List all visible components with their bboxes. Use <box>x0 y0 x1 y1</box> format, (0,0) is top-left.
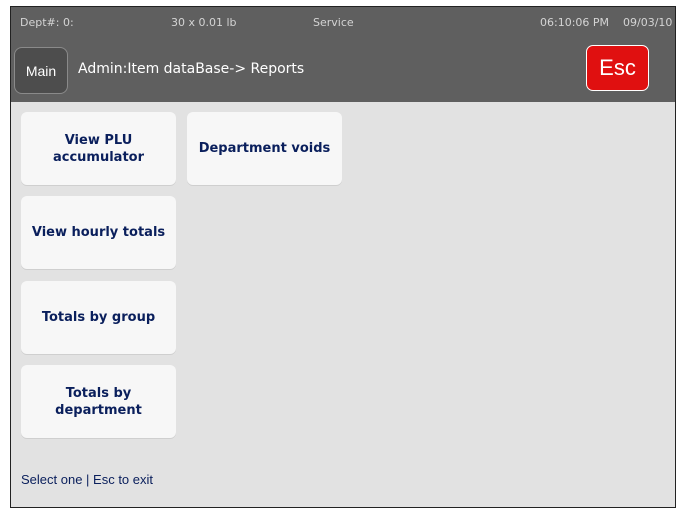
view-plu-accumulator-button[interactable]: View PLU accumulator <box>21 112 176 185</box>
weight-status: 30 x 0.01 lb <box>171 16 237 29</box>
clock-time: 06:10:06 PM <box>540 16 610 29</box>
clock-date: 09/03/10 <box>623 16 673 29</box>
totals-by-department-button[interactable]: Totals by department <box>21 365 176 438</box>
totals-by-group-button[interactable]: Totals by group <box>21 281 176 354</box>
header-bar: Main Admin:Item dataBase-> Reports Esc <box>11 41 675 102</box>
department-status: Dept#: 0: <box>20 16 74 29</box>
status-bar: Dept#: 0: 30 x 0.01 lb Service 06:10:06 … <box>11 7 675 41</box>
department-voids-button[interactable]: Department voids <box>187 112 342 185</box>
footer-hint: Select one | Esc to exit <box>21 472 153 487</box>
page-title: Admin:Item dataBase-> Reports <box>78 61 305 77</box>
mode-status: Service <box>313 16 354 29</box>
app-window: Dept#: 0: 30 x 0.01 lb Service 06:10:06 … <box>10 6 676 508</box>
esc-button[interactable]: Esc <box>586 45 649 91</box>
main-button[interactable]: Main <box>14 47 68 94</box>
view-hourly-totals-button[interactable]: View hourly totals <box>21 196 176 269</box>
